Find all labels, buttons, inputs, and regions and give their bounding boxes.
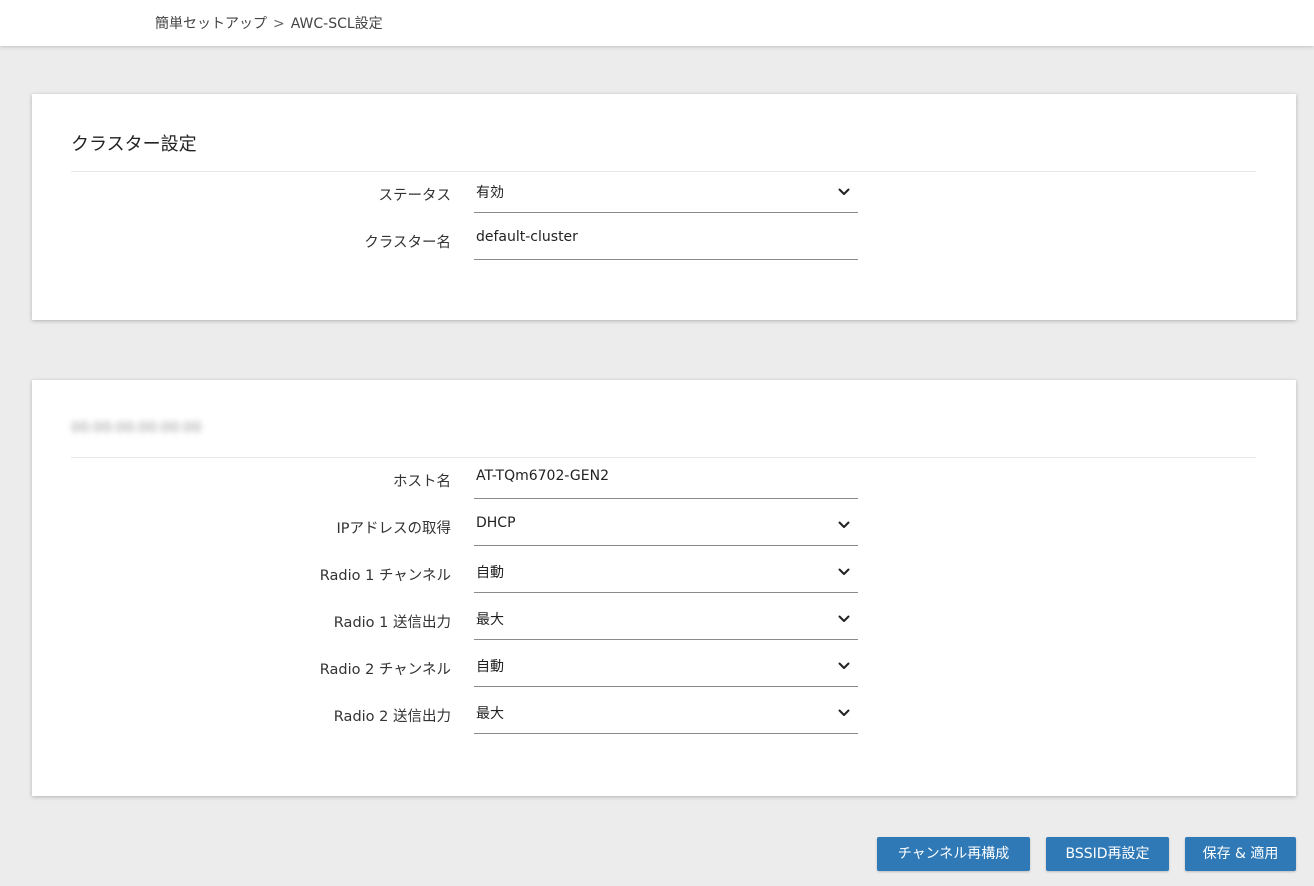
cluster-card-title: クラスター設定 [71, 134, 197, 155]
status-label: ステータス [378, 188, 452, 204]
radio1-channel-row: Radio 1 チャンネル 自動 [32, 556, 1296, 596]
cluster-name-value: default-cluster [476, 229, 578, 245]
card-divider [71, 457, 1256, 458]
radio2-channel-row: Radio 2 チャンネル 自動 [32, 650, 1296, 690]
hostname-input[interactable]: AT-TQm6702-GEN2 [474, 462, 858, 499]
radio2-channel-value: 自動 [476, 659, 504, 675]
breadcrumb-separator: > [273, 16, 285, 32]
cluster-name-input[interactable]: default-cluster [474, 223, 858, 260]
radio1-channel-select[interactable]: 自動 [474, 556, 858, 593]
radio1-power-label: Radio 1 送信出力 [333, 615, 451, 631]
radio1-channel-label: Radio 1 チャンネル [319, 568, 451, 584]
breadcrumb-root[interactable]: 簡単セットアップ [155, 16, 267, 32]
bssid-reset-button[interactable]: BSSID再設定 [1046, 837, 1169, 871]
radio1-channel-value: 自動 [476, 565, 504, 581]
radio1-power-row: Radio 1 送信出力 最大 [32, 603, 1296, 643]
save-apply-button[interactable]: 保存 & 適用 [1185, 837, 1296, 871]
radio2-channel-label: Radio 2 チャンネル [319, 662, 451, 678]
radio1-power-value: 最大 [476, 612, 504, 628]
radio2-power-label: Radio 2 送信出力 [333, 709, 451, 725]
ip-mode-select[interactable]: DHCP [474, 509, 858, 546]
cluster-name-label: クラスター名 [364, 235, 451, 251]
cluster-name-row: クラスター名 default-cluster [32, 223, 1296, 263]
ip-mode-value: DHCP [476, 515, 516, 531]
radio2-power-select[interactable]: 最大 [474, 697, 858, 734]
chevron-down-icon [838, 188, 850, 195]
radio2-channel-select[interactable]: 自動 [474, 650, 858, 687]
chevron-down-icon [838, 615, 850, 622]
status-value: 有効 [476, 185, 504, 201]
hostname-row: ホスト名 AT-TQm6702-GEN2 [32, 462, 1296, 502]
breadcrumb-current: AWC-SCL設定 [290, 16, 383, 32]
cluster-settings-card: クラスター設定 ステータス 有効 クラスター名 default-cluster [32, 94, 1296, 320]
chevron-down-icon [838, 709, 850, 716]
status-select[interactable]: 有効 [474, 176, 858, 213]
breadcrumb: 簡単セットアップ > AWC-SCL設定 [155, 13, 383, 33]
hostname-label: ホスト名 [393, 474, 451, 490]
ip-mode-label: IPアドレスの取得 [336, 521, 451, 537]
ip-mode-row: IPアドレスの取得 DHCP [32, 509, 1296, 549]
radio2-power-row: Radio 2 送信出力 最大 [32, 697, 1296, 737]
chevron-down-icon [838, 662, 850, 669]
chevron-down-icon [838, 521, 850, 528]
status-row: ステータス 有効 [32, 176, 1296, 216]
radio1-power-select[interactable]: 最大 [474, 603, 858, 640]
top-bar: 簡単セットアップ > AWC-SCL設定 [0, 0, 1314, 46]
channel-rebuild-button[interactable]: チャンネル再構成 [877, 837, 1030, 871]
device-card-title: 00:00:00:00:00:00 [71, 420, 202, 436]
radio2-power-value: 最大 [476, 706, 504, 722]
hostname-value: AT-TQm6702-GEN2 [476, 468, 609, 484]
card-divider [71, 171, 1256, 172]
chevron-down-icon [838, 568, 850, 575]
device-settings-card: 00:00:00:00:00:00 ホスト名 AT-TQm6702-GEN2 I… [32, 380, 1296, 796]
